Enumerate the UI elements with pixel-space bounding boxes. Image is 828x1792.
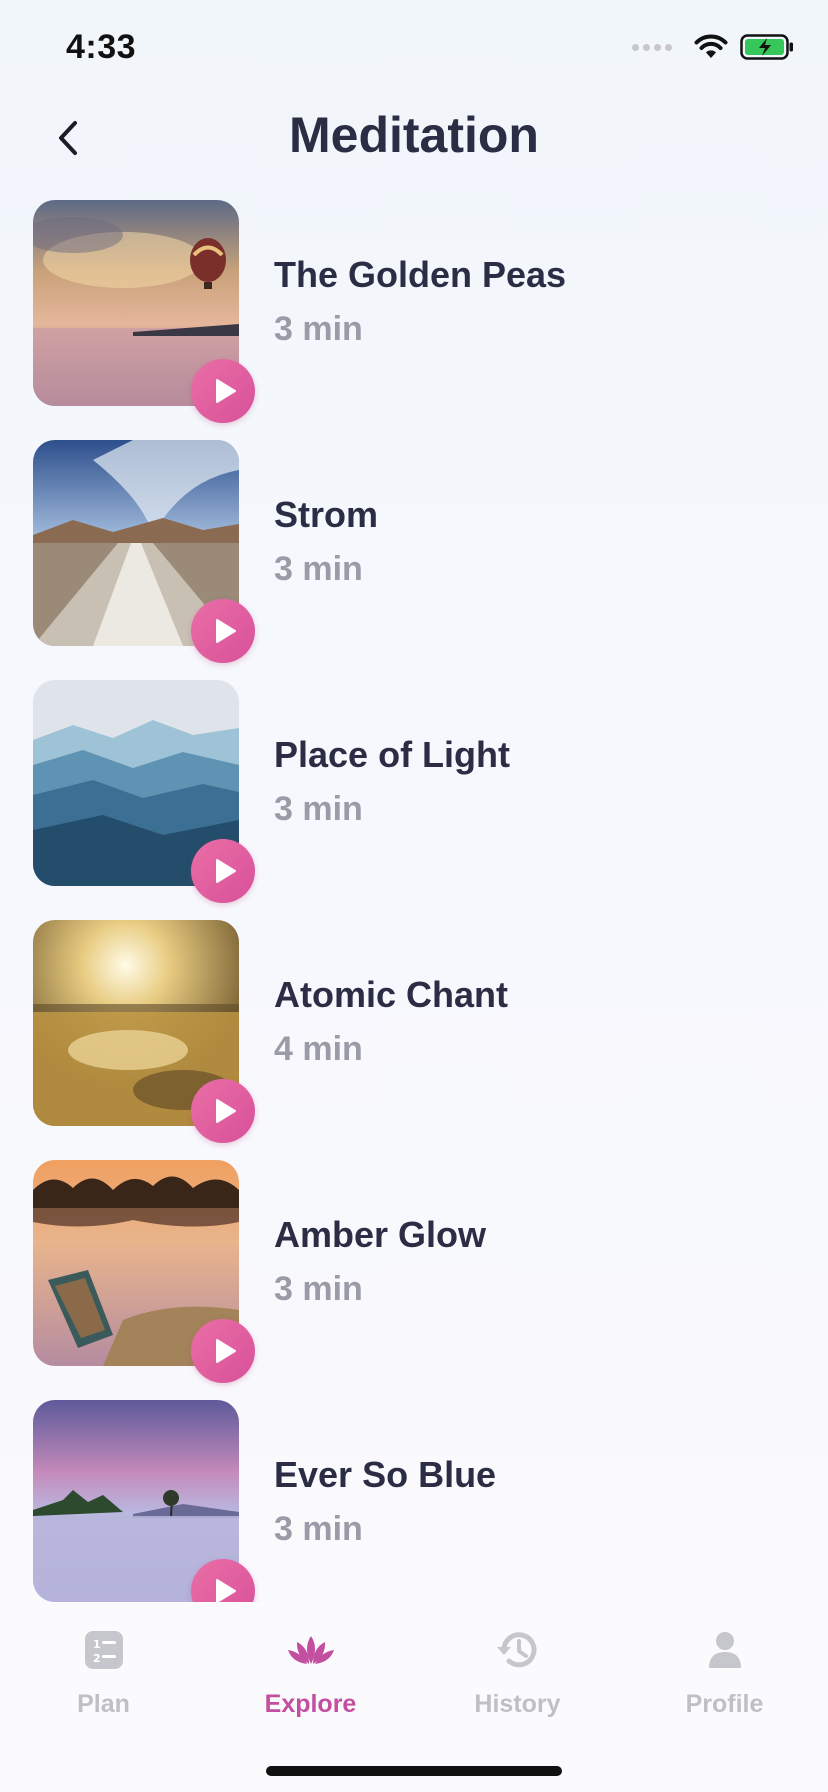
list-item[interactable]: Place of Light 3 min: [0, 680, 828, 920]
play-button[interactable]: [191, 599, 255, 663]
tab-label: Plan: [77, 1690, 130, 1718]
item-duration: 3 min: [274, 550, 363, 588]
item-title: The Golden Peas: [274, 254, 567, 295]
wifi-icon: [694, 34, 728, 58]
tab-history[interactable]: History: [414, 1624, 621, 1744]
svg-text:1: 1: [93, 1638, 101, 1651]
item-duration: 3 min: [274, 1270, 363, 1308]
item-duration: 3 min: [274, 310, 363, 348]
plan-icon: 1 2: [84, 1631, 123, 1669]
tab-plan[interactable]: 1 2 Plan: [0, 1624, 207, 1744]
page-title: Meditation: [289, 107, 539, 163]
item-title: Amber Glow: [274, 1214, 487, 1255]
play-icon: [215, 1339, 236, 1363]
item-title: Atomic Chant: [274, 974, 508, 1015]
list-item[interactable]: Amber Glow 3 min: [0, 1160, 828, 1400]
item-title: Place of Light: [274, 734, 511, 775]
tab-label: History: [474, 1690, 561, 1718]
cellular-signal-icon: [632, 43, 672, 51]
play-icon: [215, 1099, 236, 1123]
meditation-list: The Golden Peas 3 min Strom 3 min Place …: [0, 200, 828, 1640]
play-icon: [215, 379, 236, 403]
status-time: 4:33: [66, 28, 137, 66]
status-bar: 4:33: [0, 0, 828, 96]
lotus-icon: [287, 1636, 334, 1664]
play-icon: [215, 619, 236, 643]
header: Meditation: [0, 96, 828, 188]
list-item[interactable]: The Golden Peas 3 min: [0, 200, 828, 440]
tab-explore[interactable]: Explore: [207, 1624, 414, 1744]
play-button[interactable]: [191, 359, 255, 423]
history-icon: [496, 1632, 536, 1668]
tab-bar: 1 2 Plan Explore History Profile: [0, 1602, 828, 1792]
list-item[interactable]: Strom 3 min: [0, 440, 828, 680]
item-title: Ever So Blue: [274, 1454, 497, 1495]
tab-profile[interactable]: Profile: [621, 1624, 828, 1744]
item-duration: 3 min: [274, 790, 363, 828]
play-icon: [215, 1579, 236, 1603]
svg-text:2: 2: [93, 1652, 101, 1665]
play-button[interactable]: [191, 839, 255, 903]
status-icons: [632, 34, 794, 60]
item-duration: 4 min: [274, 1030, 363, 1068]
tab-label: Explore: [264, 1690, 357, 1718]
battery-icon: [740, 34, 793, 60]
play-button[interactable]: [191, 1079, 255, 1143]
item-duration: 3 min: [274, 1510, 363, 1548]
play-button[interactable]: [191, 1319, 255, 1383]
play-icon: [215, 859, 236, 883]
home-indicator: [266, 1766, 562, 1776]
tab-label: Profile: [685, 1690, 764, 1718]
item-title: Strom: [274, 494, 379, 535]
list-item[interactable]: Atomic Chant 4 min: [0, 920, 828, 1160]
profile-icon: [708, 1632, 741, 1668]
